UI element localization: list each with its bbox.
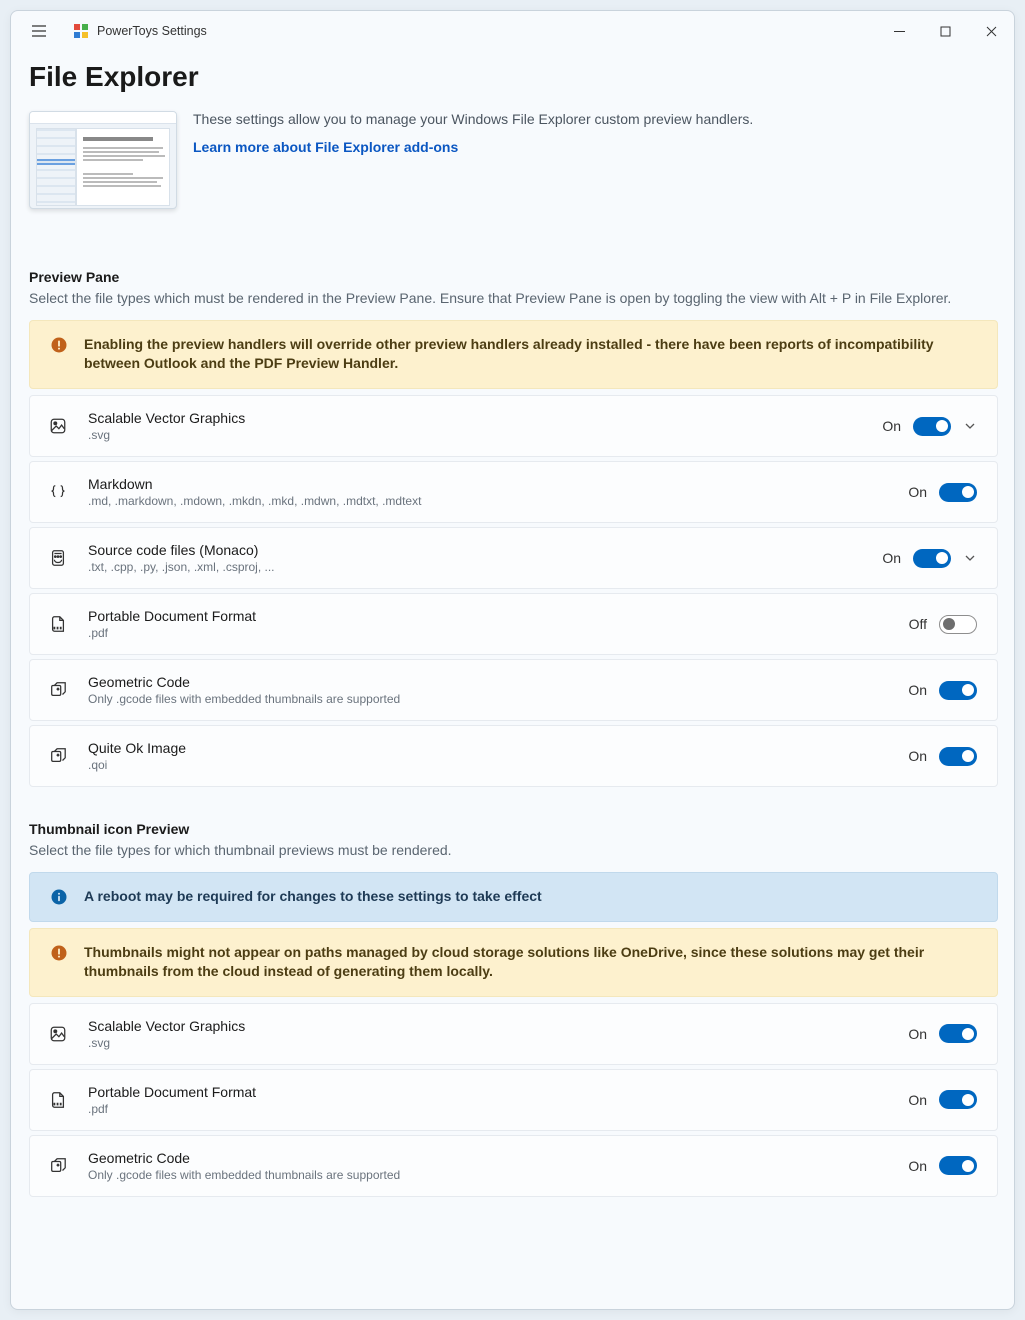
warning-icon — [50, 336, 68, 354]
toggle-state-label: On — [908, 682, 927, 698]
page-title: File Explorer — [29, 61, 998, 93]
setting-subtitle: .qoi — [88, 758, 888, 772]
toggle-switch[interactable] — [913, 417, 951, 436]
toggle-switch[interactable] — [939, 1024, 977, 1043]
setting-title: Source code files (Monaco) — [88, 542, 862, 558]
chevron-down-icon[interactable] — [963, 551, 977, 565]
setting-title: Quite Ok Image — [88, 740, 888, 756]
setting-card: Geometric Code Only .gcode files with emb… — [29, 1135, 998, 1197]
content: File Explorer These settings allow you t… — [11, 51, 1014, 1309]
setting-title: Scalable Vector Graphics — [88, 1018, 888, 1034]
setting-title: Portable Document Format — [88, 1084, 888, 1100]
setting-subtitle: .pdf — [88, 626, 889, 640]
setting-subtitle: .md, .markdown, .mdown, .mkdn, .mkd, .md… — [88, 494, 888, 508]
toggle-switch[interactable] — [939, 1090, 977, 1109]
section-title: Preview Pane — [29, 269, 998, 285]
warning-banner: Enabling the preview handlers will overr… — [29, 320, 998, 389]
cube-icon — [48, 1157, 68, 1175]
chevron-down-icon[interactable] — [963, 419, 977, 433]
titlebar: PowerToys Settings — [11, 11, 1014, 51]
toggle-state-label: On — [908, 484, 927, 500]
maximize-button[interactable] — [922, 15, 968, 47]
setting-subtitle: .svg — [88, 1036, 888, 1050]
toggle-switch[interactable] — [913, 549, 951, 568]
menu-button[interactable] — [21, 13, 57, 49]
close-button[interactable] — [968, 15, 1014, 47]
info-banner: A reboot may be required for changes to … — [29, 872, 998, 922]
pdf-file-icon — [48, 1091, 68, 1109]
warning-text: Enabling the preview handlers will overr… — [84, 335, 977, 374]
toggle-switch[interactable] — [939, 615, 977, 634]
setting-card: Portable Document Format .pdf Off — [29, 593, 998, 655]
toggle-state-label: On — [882, 418, 901, 434]
setting-subtitle: Only .gcode files with embedded thumbnai… — [88, 1168, 888, 1182]
app-title: PowerToys Settings — [97, 24, 207, 38]
braces-icon — [48, 483, 68, 501]
window: PowerToys Settings File Explorer These s… — [10, 10, 1015, 1310]
cube-icon — [48, 681, 68, 699]
setting-title: Portable Document Format — [88, 608, 889, 624]
setting-card: Scalable Vector Graphics .svg On — [29, 1003, 998, 1065]
setting-subtitle: .txt, .cpp, .py, .json, .xml, .csproj, .… — [88, 560, 862, 574]
setting-card: Geometric Code Only .gcode files with emb… — [29, 659, 998, 721]
info-icon — [50, 888, 68, 906]
toggle-state-label: Off — [909, 616, 927, 632]
code-file-icon — [48, 549, 68, 567]
info-text: A reboot may be required for changes to … — [84, 887, 542, 907]
app-icon — [73, 23, 89, 39]
setting-card: Source code files (Monaco) .txt, .cpp, .p… — [29, 527, 998, 589]
setting-card: Portable Document Format .pdf On — [29, 1069, 998, 1131]
warning-banner: Thumbnails might not appear on paths man… — [29, 928, 998, 997]
toggle-switch[interactable] — [939, 681, 977, 700]
warning-icon — [50, 944, 68, 962]
cube-icon — [48, 747, 68, 765]
toggle-state-label: On — [908, 1092, 927, 1108]
toggle-switch[interactable] — [939, 1156, 977, 1175]
hero-thumbnail — [29, 111, 177, 209]
section-title: Thumbnail icon Preview — [29, 821, 998, 837]
learn-more-link[interactable]: Learn more about File Explorer add-ons — [193, 139, 458, 155]
section-thumbnails: Thumbnail icon Preview Select the file t… — [29, 821, 998, 1197]
setting-title: Geometric Code — [88, 1150, 888, 1166]
minimize-button[interactable] — [876, 15, 922, 47]
setting-title: Markdown — [88, 476, 888, 492]
pdf-file-icon — [48, 615, 68, 633]
section-description: Select the file types for which thumbnai… — [29, 841, 998, 860]
image-icon — [48, 1025, 68, 1043]
setting-card: Scalable Vector Graphics .svg On — [29, 395, 998, 457]
toggle-state-label: On — [908, 748, 927, 764]
section-description: Select the file types which must be rend… — [29, 289, 998, 308]
setting-subtitle: .svg — [88, 428, 862, 442]
section-preview-pane: Preview Pane Select the file types which… — [29, 269, 998, 787]
setting-card: Markdown .md, .markdown, .mdown, .mkdn, .… — [29, 461, 998, 523]
toggle-state-label: On — [908, 1026, 927, 1042]
setting-title: Geometric Code — [88, 674, 888, 690]
setting-card: Quite Ok Image .qoi On — [29, 725, 998, 787]
setting-title: Scalable Vector Graphics — [88, 410, 862, 426]
toggle-switch[interactable] — [939, 483, 977, 502]
toggle-state-label: On — [882, 550, 901, 566]
toggle-switch[interactable] — [939, 747, 977, 766]
image-icon — [48, 417, 68, 435]
warning-text: Thumbnails might not appear on paths man… — [84, 943, 977, 982]
setting-subtitle: Only .gcode files with embedded thumbnai… — [88, 692, 888, 706]
page-description: These settings allow you to manage your … — [193, 111, 753, 127]
hero: These settings allow you to manage your … — [29, 111, 998, 209]
toggle-state-label: On — [908, 1158, 927, 1174]
setting-subtitle: .pdf — [88, 1102, 888, 1116]
